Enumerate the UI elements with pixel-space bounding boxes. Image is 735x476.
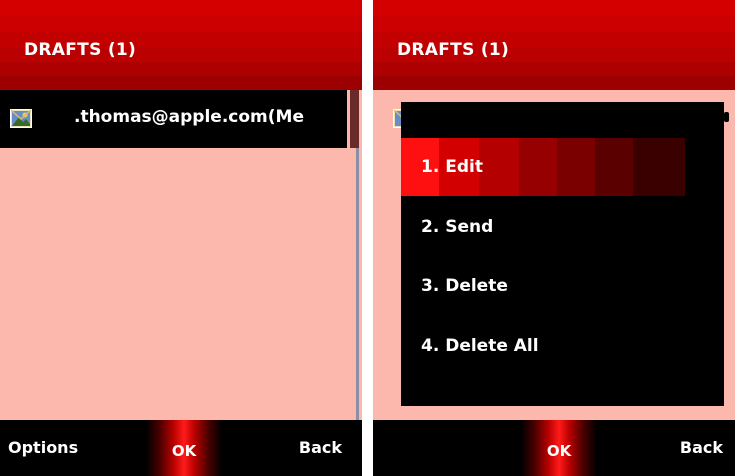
menu-item-send[interactable]: 2. Send <box>401 198 685 256</box>
page-title: DRAFTS (1) <box>397 40 510 60</box>
menu-item-edit[interactable]: 1. Edit <box>401 138 685 196</box>
list-item[interactable]: .thomas@apple.com(Me <box>0 90 347 148</box>
drafts-screen: DRAFTS (1) .thomas@apple.com(Me Options … <box>0 0 362 476</box>
ok-softkey[interactable]: OK <box>521 420 597 476</box>
menu-item-label: 1. Edit <box>421 157 483 177</box>
envelope-photo-icon <box>10 109 32 128</box>
title-bar: DRAFTS (1) <box>0 0 362 90</box>
menu-item-label: 2. Send <box>421 217 494 237</box>
ok-softkey-label: OK <box>546 442 572 460</box>
menu-item-delete[interactable]: 3. Delete <box>401 257 685 315</box>
ok-softkey[interactable]: OK <box>146 420 222 476</box>
menu-item-label: 4. Delete All <box>421 336 539 356</box>
back-softkey[interactable]: Back <box>299 438 342 457</box>
scrollbar-thumb[interactable] <box>350 90 359 148</box>
ok-softkey-label: OK <box>171 442 197 460</box>
envelope-photo-icon <box>393 109 401 128</box>
options-softkey[interactable]: Options <box>8 438 78 457</box>
page-title: DRAFTS (1) <box>24 40 137 60</box>
menu-item-delete-all[interactable]: 4. Delete All <box>401 317 685 375</box>
back-softkey[interactable]: Back <box>680 438 723 457</box>
softkey-bar: Options OK Back <box>0 420 362 476</box>
options-menu: 1. Edit 2. Send 3. Delete 4. Delete All <box>401 102 724 406</box>
title-bar: DRAFTS (1) <box>373 0 735 90</box>
menu-item-label: 3. Delete <box>421 276 508 296</box>
softkey-bar: OK Back <box>373 420 735 476</box>
draft-recipient: .thomas@apple.com(Me <box>74 107 304 127</box>
drafts-options-screen: DRAFTS (1) 1. Edit 2. Send 3. Delete 4. … <box>373 0 735 476</box>
list-item-overflow <box>724 112 729 122</box>
scrollbar[interactable] <box>347 90 362 420</box>
